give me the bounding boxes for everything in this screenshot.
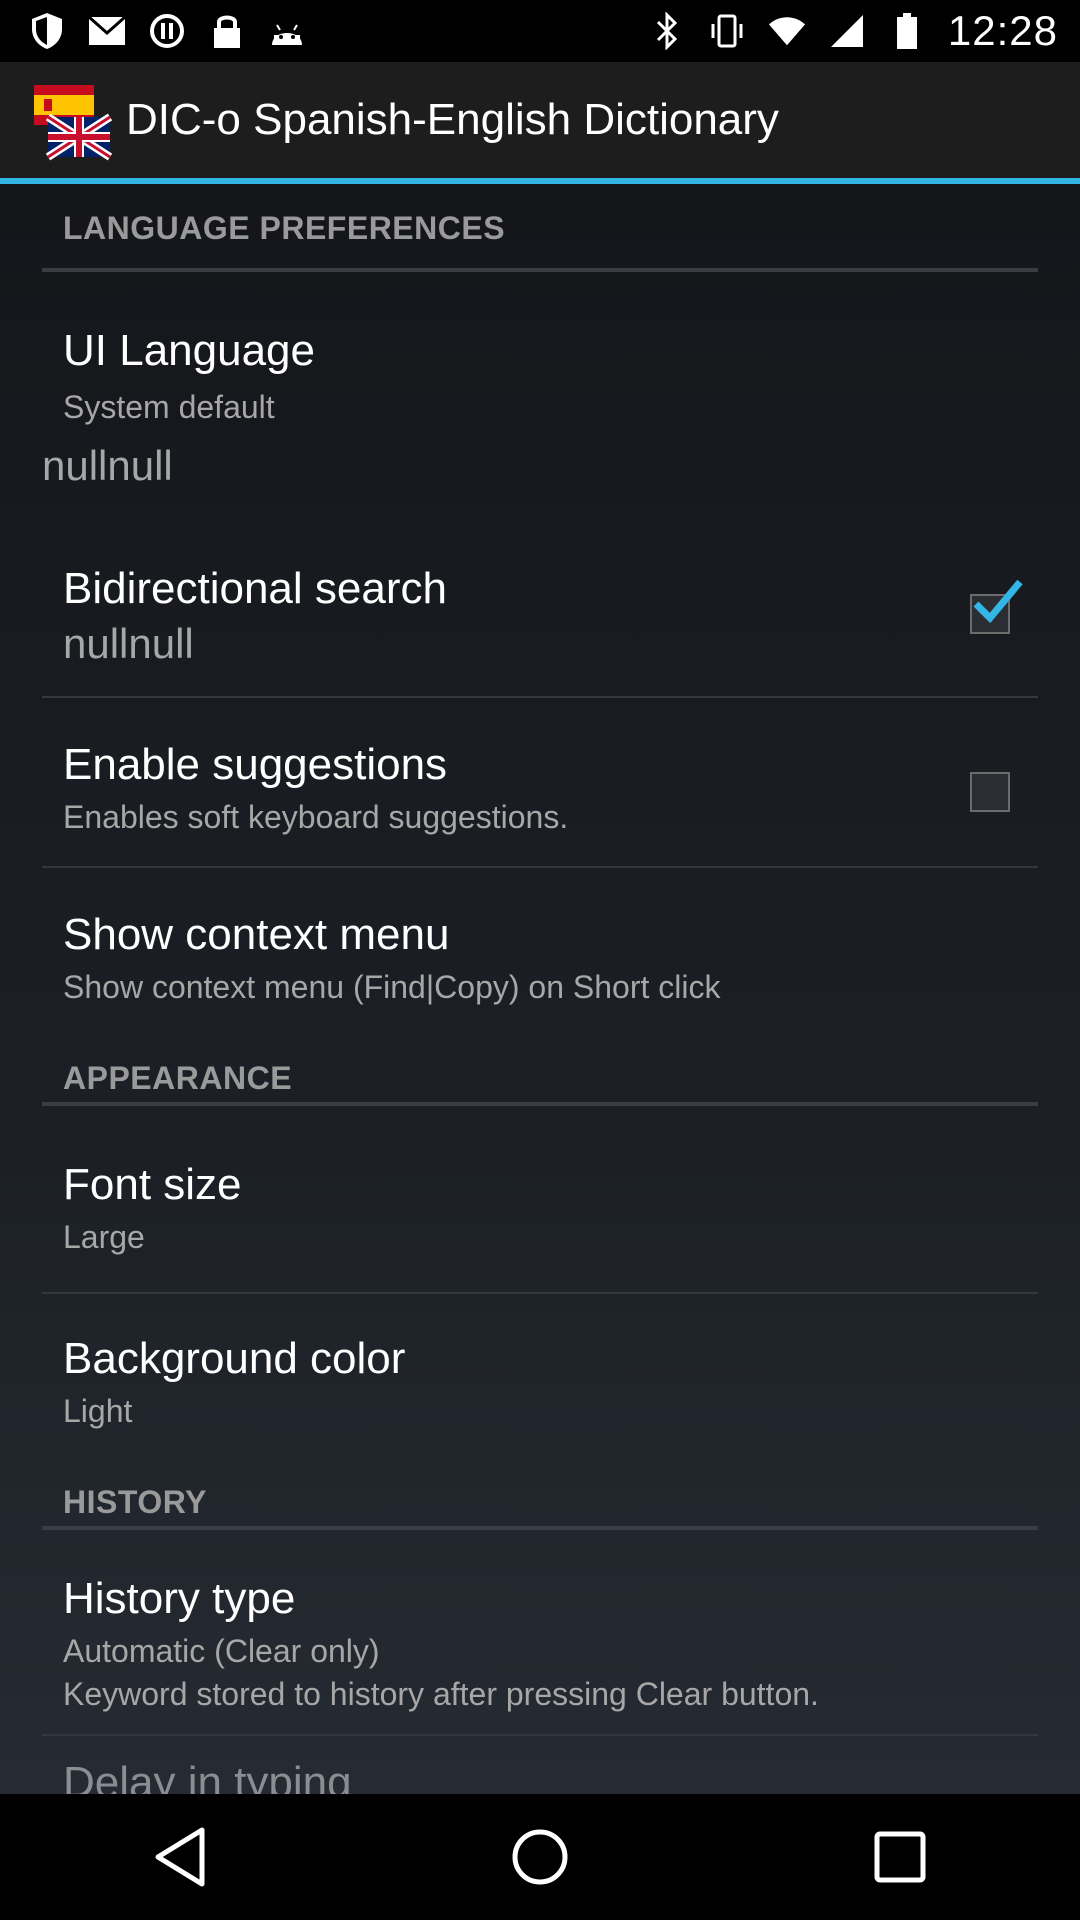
navigation-bar — [0, 1794, 1080, 1920]
pref-null-text: nullnull — [42, 442, 173, 489]
pref-enable-suggestions[interactable]: Enable suggestions Enables soft keyboard… — [42, 698, 1038, 866]
pref-summary: Enables soft keyboard suggestions. — [63, 799, 569, 835]
pref-title: Background color — [63, 1334, 406, 1383]
checkmark-icon — [973, 579, 1023, 624]
preferences-list[interactable]: LANGUAGE PREFERENCES UI Language System … — [0, 184, 1080, 1794]
home-button[interactable] — [490, 1807, 590, 1907]
wifi-icon — [768, 12, 806, 50]
category-label: LANGUAGE PREFERENCES — [63, 210, 506, 246]
pref-nullnull[interactable]: nullnull — [42, 430, 1038, 510]
home-icon — [512, 1829, 568, 1885]
pref-title: UI Language — [63, 326, 315, 375]
category-language-preferences: LANGUAGE PREFERENCES — [42, 210, 1038, 272]
app-title: DIC-o Spanish-English Dictionary — [126, 95, 779, 144]
pref-title: History type — [63, 1574, 296, 1623]
pref-show-context-menu[interactable]: Show context menu Show context menu (Fin… — [42, 868, 1038, 1028]
shield-icon — [28, 12, 66, 50]
action-bar: DIC-o Spanish-English Dictionary — [0, 62, 1080, 184]
pref-background-color[interactable]: Background color Light — [42, 1294, 1038, 1454]
android-icon — [268, 12, 306, 50]
category-divider — [42, 1526, 1038, 1530]
signal-icon — [828, 12, 866, 50]
status-time: 12:28 — [947, 7, 1058, 54]
pref-summary-line-2: Keyword stored to history after pressing… — [63, 1676, 819, 1712]
pref-summary: System default — [63, 389, 275, 425]
pref-history-type[interactable]: History type Automatic (Clear only) Keyw… — [42, 1534, 1038, 1718]
bluetooth-icon — [648, 12, 686, 50]
category-divider — [42, 268, 1038, 272]
pref-title: Enable suggestions — [63, 740, 448, 789]
category-label: APPEARANCE — [63, 1060, 293, 1096]
pref-title: Font size — [63, 1160, 242, 1209]
pref-summary-line-1: Automatic (Clear only) — [63, 1633, 380, 1669]
pref-summary: nullnull — [63, 620, 194, 667]
pref-summary: Large — [63, 1219, 145, 1255]
category-history: HISTORY — [42, 1484, 1038, 1530]
flags-icon[interactable] — [30, 75, 120, 165]
category-divider — [42, 1102, 1038, 1106]
pref-title: Bidirectional search — [63, 564, 447, 613]
pref-bidirectional-search[interactable]: Bidirectional search nullnull — [42, 542, 1038, 682]
category-appearance: APPEARANCE — [42, 1060, 1038, 1106]
pref-delay-in-typing[interactable]: Delay in typing — [42, 1736, 1038, 1794]
back-button[interactable] — [130, 1807, 230, 1907]
pref-title: Show context menu — [63, 910, 450, 959]
category-label: HISTORY — [63, 1484, 207, 1520]
gmail-icon — [88, 12, 126, 50]
bidirectional-checkbox[interactable] — [970, 579, 1023, 634]
status-bar: 12:28 — [0, 0, 1080, 62]
sync-icon — [148, 12, 186, 50]
pref-summary: Show context menu (Find|Copy) on Short c… — [63, 969, 721, 1005]
pref-summary: Light — [63, 1393, 133, 1429]
suggestions-checkbox[interactable] — [970, 772, 1010, 812]
back-icon — [155, 1827, 205, 1887]
lock-icon — [208, 12, 246, 50]
vibrate-icon — [708, 12, 746, 50]
recents-icon — [874, 1831, 926, 1883]
recents-button[interactable] — [850, 1807, 950, 1907]
pref-ui-language[interactable]: UI Language System default — [42, 304, 1038, 425]
battery-icon — [888, 12, 926, 50]
pref-font-size[interactable]: Font size Large — [42, 1110, 1038, 1276]
pref-title: Delay in typing — [63, 1758, 352, 1794]
